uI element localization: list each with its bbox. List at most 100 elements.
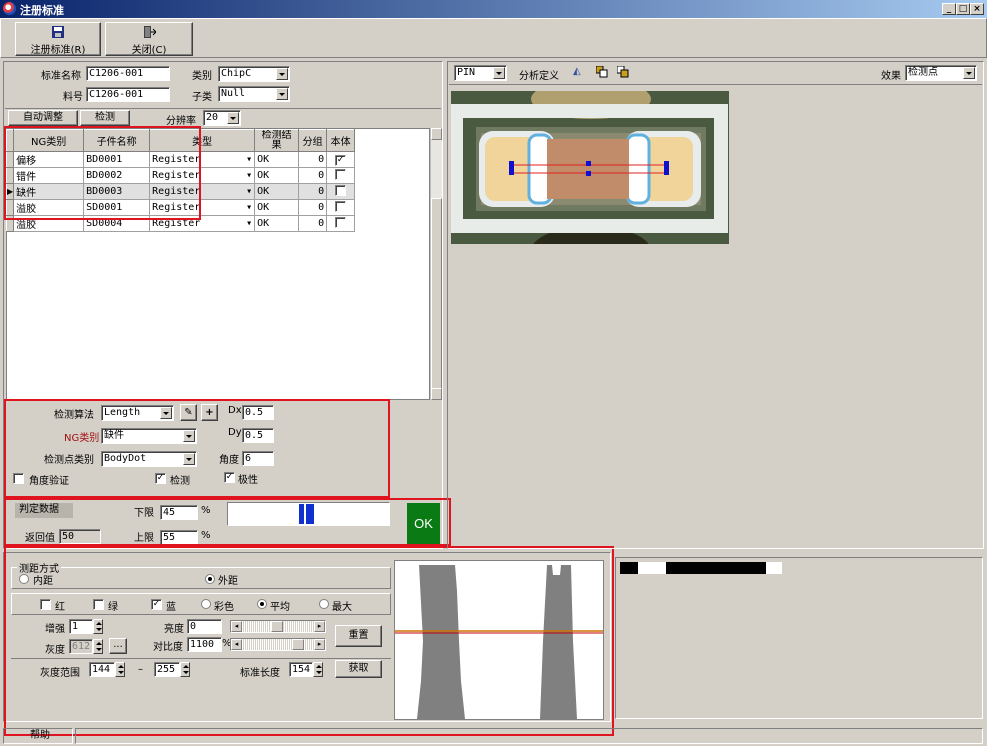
- effect-label: 效果: [881, 71, 901, 82]
- gray-ellipsis-button[interactable]: ...: [109, 638, 127, 654]
- cell-body-checkbox[interactable]: [326, 183, 356, 200]
- col-result[interactable]: 检测结果: [254, 129, 300, 152]
- col-type[interactable]: 类型: [149, 129, 256, 152]
- contrast-field[interactable]: 1100: [187, 637, 222, 652]
- brightness-field[interactable]: 0: [187, 619, 222, 634]
- cell-body-checkbox[interactable]: ✓: [326, 151, 356, 168]
- method-select[interactable]: Length: [101, 405, 174, 421]
- col-ng[interactable]: NG类别: [13, 129, 85, 152]
- angle-verify-checkbox[interactable]: [13, 473, 24, 484]
- average-radio[interactable]: [257, 599, 267, 609]
- category-select[interactable]: ChipC: [218, 66, 290, 82]
- col-body[interactable]: 本体: [326, 129, 356, 152]
- minimize-button[interactable]: _: [942, 3, 956, 15]
- wand-icon[interactable]: ✎: [180, 404, 197, 421]
- part-no-field[interactable]: C1206-001: [86, 87, 170, 102]
- gray-min-spinner[interactable]: [115, 662, 125, 677]
- capture-button[interactable]: 获取: [335, 660, 382, 678]
- gray-spinner[interactable]: [93, 639, 103, 654]
- gray-min-field[interactable]: 144: [89, 662, 115, 677]
- window-title: 注册标准: [20, 4, 64, 17]
- dy-label: Dy: [228, 427, 242, 438]
- resolution-select[interactable]: 20: [203, 110, 241, 126]
- col-name[interactable]: 子件名称: [83, 129, 151, 152]
- green-label: 绿: [108, 602, 118, 613]
- cell-type[interactable]: Register ▾: [149, 199, 256, 216]
- triangle-tool-icon[interactable]: ◭: [573, 66, 587, 78]
- angle-field[interactable]: 6: [242, 451, 274, 466]
- register-standard-label: 注册标准(R): [30, 45, 86, 56]
- range-dash: –: [138, 664, 143, 675]
- point-type-select[interactable]: BodyDot: [101, 451, 197, 467]
- std-length-spinner[interactable]: [313, 662, 323, 677]
- add-icon[interactable]: +: [201, 404, 218, 421]
- cell-type[interactable]: Register ▾: [149, 167, 256, 184]
- blue-checkbox[interactable]: ✓: [151, 599, 162, 610]
- enhance-field[interactable]: 1: [69, 619, 93, 634]
- cell-body-checkbox[interactable]: [326, 215, 356, 232]
- cell-body-checkbox[interactable]: [326, 199, 356, 216]
- part-no-label: 料号: [63, 92, 83, 103]
- std-name-label: 标准名称: [41, 71, 81, 82]
- measure-method-group: [11, 567, 391, 589]
- cell-group: 0: [298, 183, 328, 200]
- table-row[interactable]: ▶ 缺件 BD0003 Register ▾ OK 0: [5, 183, 356, 200]
- close-window-button[interactable]: ×: [970, 3, 984, 15]
- gray-max-field[interactable]: 255: [154, 662, 180, 677]
- register-standard-button[interactable]: 注册标准(R): [15, 22, 101, 56]
- tab-detect[interactable]: 检测: [80, 110, 130, 126]
- chip-capacitor-image: [451, 91, 729, 244]
- angle-verify-label: 角度验证: [29, 476, 69, 487]
- table-row[interactable]: 溢胶 SD0004 Register ▾ OK 0: [5, 215, 356, 232]
- polarity-checkbox[interactable]: ✓: [224, 472, 235, 483]
- paste-icon[interactable]: [616, 65, 631, 78]
- cell-type[interactable]: Register ▾: [149, 183, 256, 200]
- effect-select[interactable]: 检测点: [905, 65, 977, 81]
- brightness-slider[interactable]: ◂ ▸: [230, 620, 326, 633]
- gray-range-label: 灰度范围: [40, 668, 80, 679]
- detect-checkbox[interactable]: ✓: [155, 473, 166, 484]
- std-length-label: 标准长度: [240, 668, 280, 679]
- ng-category-select[interactable]: 缺件: [101, 428, 197, 444]
- pin-select[interactable]: PIN: [454, 65, 507, 81]
- enhance-spinner[interactable]: [93, 619, 103, 634]
- dx-label: Dx: [228, 405, 242, 416]
- cell-type[interactable]: Register ▾: [149, 215, 256, 232]
- max-radio[interactable]: [319, 599, 329, 609]
- cell-result: OK: [254, 215, 300, 232]
- outer-label: 外距: [218, 576, 238, 587]
- category-label: 类别: [192, 71, 212, 82]
- grid-scrollbar[interactable]: [430, 128, 442, 400]
- enhance-label: 增强: [45, 624, 65, 635]
- close-button[interactable]: 关闭(C): [105, 22, 193, 56]
- table-row[interactable]: 错件 BD0002 Register ▾ OK 0: [5, 167, 356, 184]
- inner-radio[interactable]: [19, 574, 29, 584]
- dy-field[interactable]: 0.5: [242, 428, 274, 443]
- cell-body-checkbox[interactable]: [326, 167, 356, 184]
- col-group[interactable]: 分组: [298, 129, 328, 152]
- ok-result-badge: OK: [407, 503, 440, 545]
- reset-button[interactable]: 重置: [335, 625, 382, 647]
- maximize-button[interactable]: □: [956, 3, 970, 15]
- copy-icon[interactable]: [595, 65, 610, 78]
- outer-radio[interactable]: [205, 574, 215, 584]
- std-name-field[interactable]: C1206-001: [86, 66, 170, 81]
- upper-limit-field[interactable]: 55: [160, 530, 198, 545]
- green-checkbox[interactable]: [93, 599, 104, 610]
- red-checkbox[interactable]: [40, 599, 51, 610]
- gray-max-spinner[interactable]: [180, 662, 190, 677]
- cell-ng: 溢胶: [13, 215, 85, 232]
- analysis-def-label: 分析定义: [519, 71, 559, 82]
- subcategory-select[interactable]: Null: [218, 86, 290, 102]
- close-label: 关闭(C): [131, 45, 167, 56]
- table-row[interactable]: 溢胶 SD0001 Register ▾ OK 0: [5, 199, 356, 216]
- tab-auto-adjust[interactable]: 自动调整: [8, 110, 78, 126]
- color-radio[interactable]: [201, 599, 211, 609]
- table-row[interactable]: 偏移 BD0001 Register ▾ OK 0 ✓: [5, 151, 356, 168]
- contrast-slider[interactable]: ◂ ▸: [230, 638, 326, 651]
- polarity-label: 极性: [238, 475, 258, 486]
- lower-limit-field[interactable]: 45: [160, 505, 198, 520]
- dx-field[interactable]: 0.5: [242, 405, 274, 420]
- std-length-field[interactable]: 154: [289, 662, 313, 677]
- cell-type[interactable]: Register ▾: [149, 151, 256, 168]
